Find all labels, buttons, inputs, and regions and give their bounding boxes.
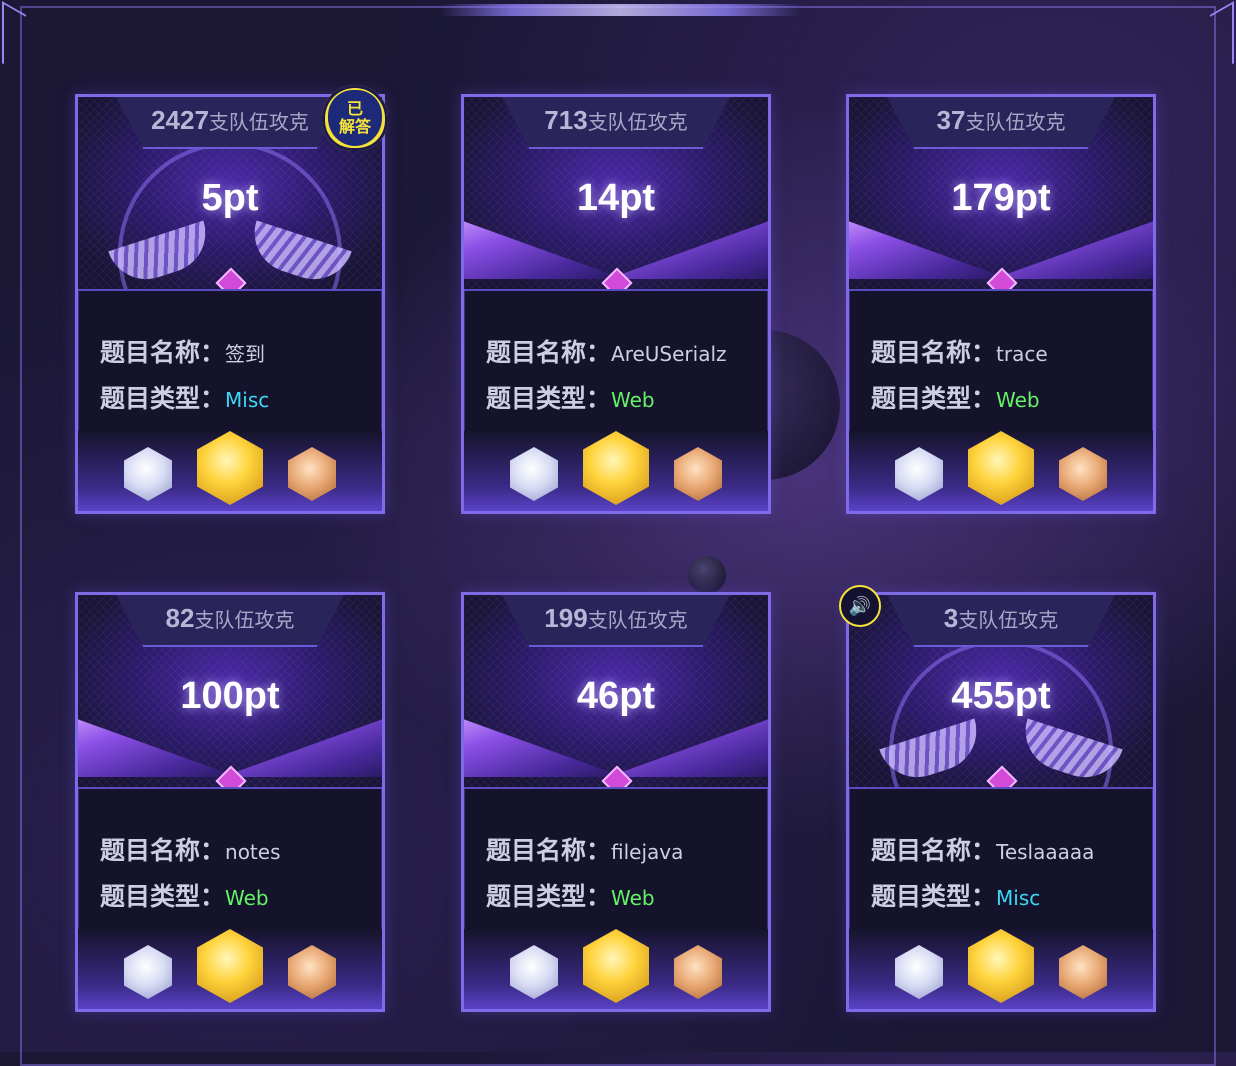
silver-gem-icon	[510, 447, 558, 501]
silver-gem-icon	[895, 447, 943, 501]
name-label: 题目名称：	[486, 836, 612, 865]
teams-suffix: 支队伍攻克	[208, 110, 309, 134]
challenge-type: Web	[996, 388, 1040, 412]
challenge-info: 题目名称：AreUSerialz 题目类型：Web	[486, 330, 758, 422]
challenge-type: Misc	[225, 388, 270, 412]
teams-suffix: 支队伍攻克	[194, 608, 295, 632]
teams-solved: 3支队伍攻克	[849, 603, 1153, 634]
teams-suffix: 支队伍攻克	[958, 608, 1059, 632]
card-footer	[849, 431, 1153, 511]
frame-corner-right	[1210, 1, 1234, 77]
challenge-card[interactable]: 713支队伍攻克 14pt 题目名称：AreUSerialz 题目类型：Web	[461, 94, 771, 514]
challenge-card[interactable]: 82支队伍攻克 100pt 题目名称：notes 题目类型：Web	[75, 592, 385, 1012]
challenge-info: 题目名称：Teslaaaaa 题目类型：Misc	[871, 828, 1143, 920]
type-label: 题目类型：	[486, 384, 612, 413]
type-label: 题目类型：	[100, 384, 226, 413]
name-label: 题目名称：	[100, 338, 226, 367]
name-label: 题目名称：	[486, 338, 612, 367]
bronze-gem-icon	[288, 945, 336, 999]
teams-suffix: 支队伍攻克	[587, 110, 688, 134]
gold-gem-icon	[197, 431, 263, 505]
challenge-card[interactable]: 3支队伍攻克 455pt 题目名称：Teslaaaaa 题目类型：Misc 🔊	[839, 585, 1156, 1012]
challenge-points: 455pt	[951, 675, 1051, 717]
silver-gem-icon	[895, 945, 943, 999]
challenge-points: 46pt	[576, 675, 656, 717]
speaker-icon[interactable]: 🔊	[839, 585, 881, 627]
type-label: 题目类型：	[100, 882, 226, 911]
challenge-name: Teslaaaaa	[996, 840, 1095, 864]
card-header: 199支队伍攻克 46pt	[464, 595, 768, 789]
challenge-points: 14pt	[576, 177, 656, 219]
bronze-gem-icon	[288, 447, 336, 501]
type-label: 题目类型：	[871, 882, 997, 911]
silver-gem-icon	[124, 447, 172, 501]
name-label: 题目名称：	[871, 836, 997, 865]
challenge-card[interactable]: 199支队伍攻克 46pt 题目名称：filejava 题目类型：Web	[461, 592, 771, 1012]
challenge-type: Misc	[996, 886, 1041, 910]
challenge-name: AreUSerialz	[611, 342, 727, 366]
bronze-gem-icon	[674, 447, 722, 501]
challenge-type: Web	[611, 886, 655, 910]
teams-solved: 37支队伍攻克	[849, 105, 1153, 136]
challenge-name: notes	[225, 840, 281, 864]
card-footer	[849, 929, 1153, 1009]
card-footer	[464, 431, 768, 511]
challenge-points: 100pt	[180, 675, 280, 717]
gold-gem-icon	[197, 929, 263, 1003]
silver-gem-icon	[124, 945, 172, 999]
name-label: 题目名称：	[871, 338, 997, 367]
teams-suffix: 支队伍攻克	[587, 608, 688, 632]
teams-solved: 82支队伍攻克	[78, 603, 382, 634]
challenge-info: 题目名称：trace 题目类型：Web	[871, 330, 1143, 422]
card-header: 3支队伍攻克 455pt	[849, 595, 1153, 789]
bronze-gem-icon	[1059, 945, 1107, 999]
type-label: 题目类型：	[871, 384, 997, 413]
challenge-card[interactable]: 2427支队伍攻克 5pt 题目名称：签到 题目类型：Misc 已解答	[75, 85, 388, 514]
card-footer	[78, 431, 382, 511]
gold-gem-icon	[583, 929, 649, 1003]
challenge-type: Web	[611, 388, 655, 412]
card-footer	[78, 929, 382, 1009]
challenge-name: 签到	[225, 342, 266, 366]
card-footer	[464, 929, 768, 1009]
teams-count: 82	[165, 603, 195, 633]
background-moon	[688, 556, 726, 594]
frame-corner-left	[2, 1, 26, 77]
silver-gem-icon	[510, 945, 558, 999]
challenge-info: 题目名称：notes 题目类型：Web	[100, 828, 372, 920]
teams-count: 713	[544, 105, 588, 135]
name-label: 题目名称：	[100, 836, 226, 865]
gold-gem-icon	[583, 431, 649, 505]
card-header: 713支队伍攻克 14pt	[464, 97, 768, 291]
frame-top-ornament	[440, 4, 800, 16]
card-header: 37支队伍攻克 179pt	[849, 97, 1153, 291]
challenge-info: 题目名称：filejava 题目类型：Web	[486, 828, 758, 920]
challenge-card[interactable]: 37支队伍攻克 179pt 题目名称：trace 题目类型：Web	[846, 94, 1156, 514]
solved-badge-text: 已解答	[328, 90, 382, 146]
challenge-name: filejava	[611, 840, 684, 864]
type-label: 题目类型：	[486, 882, 612, 911]
teams-solved: 713支队伍攻克	[464, 105, 768, 136]
challenge-type: Web	[225, 886, 269, 910]
gold-gem-icon	[968, 431, 1034, 505]
solved-badge-icon: 已解答	[322, 85, 388, 151]
challenge-points: 5pt	[201, 177, 259, 219]
challenge-name: trace	[996, 342, 1048, 366]
teams-count: 199	[544, 603, 588, 633]
card-header: 82支队伍攻克 100pt	[78, 595, 382, 789]
bronze-gem-icon	[1059, 447, 1107, 501]
teams-count: 37	[936, 105, 966, 135]
teams-count: 3	[943, 603, 959, 633]
teams-suffix: 支队伍攻克	[965, 110, 1066, 134]
bronze-gem-icon	[674, 945, 722, 999]
challenge-points: 179pt	[951, 177, 1051, 219]
gold-gem-icon	[968, 929, 1034, 1003]
teams-count: 2427	[151, 105, 209, 135]
challenge-info: 题目名称：签到 题目类型：Misc	[100, 330, 372, 422]
teams-solved: 199支队伍攻克	[464, 603, 768, 634]
